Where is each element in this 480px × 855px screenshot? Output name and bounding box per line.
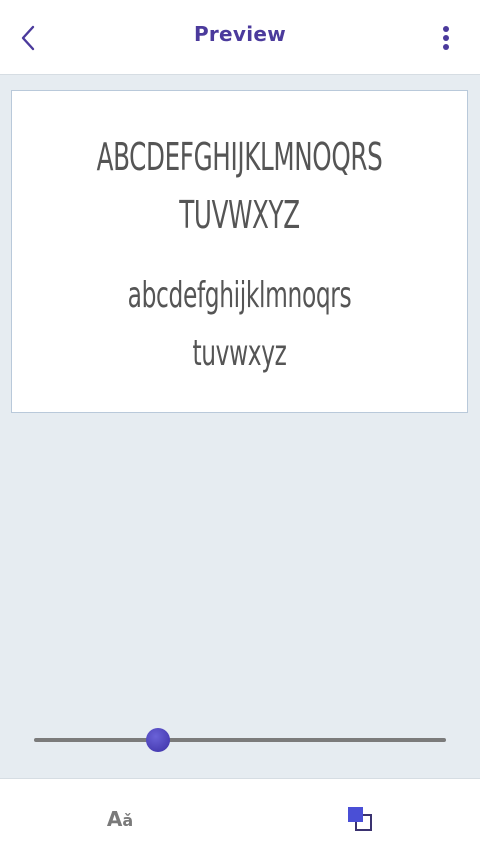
bottom-toolbar: Aǎ (0, 778, 480, 855)
font-size-button[interactable]: Aǎ (96, 799, 144, 839)
slider-thumb[interactable] (145, 728, 170, 752)
color-button[interactable] (336, 799, 384, 839)
preview-lowercase-line-2: tuvwxyz (192, 333, 287, 374)
color-swap-icon (348, 807, 372, 831)
font-preview-card: ABCDEFGHIJKLMNOQRS TUVWXYZ abcdefghijklm… (11, 90, 468, 413)
more-vertical-icon (443, 26, 449, 50)
page-title: Preview (193, 22, 287, 46)
more-options-button[interactable] (430, 20, 462, 56)
preview-uppercase-line-1: ABCDEFGHIJKLMNOQRS (96, 135, 383, 179)
font-size-slider[interactable] (34, 726, 446, 756)
font-size-label-small: ǎ (122, 811, 134, 830)
preview-uppercase-line-2: TUVWXYZ (179, 193, 300, 237)
top-app-bar: Preview (0, 0, 480, 75)
slider-track[interactable] (34, 738, 446, 742)
font-size-label-big: A (106, 807, 123, 831)
font-size-icon: Aǎ (107, 807, 133, 831)
preview-lowercase-line-1: abcdefghijklmnoqrs (127, 275, 352, 316)
